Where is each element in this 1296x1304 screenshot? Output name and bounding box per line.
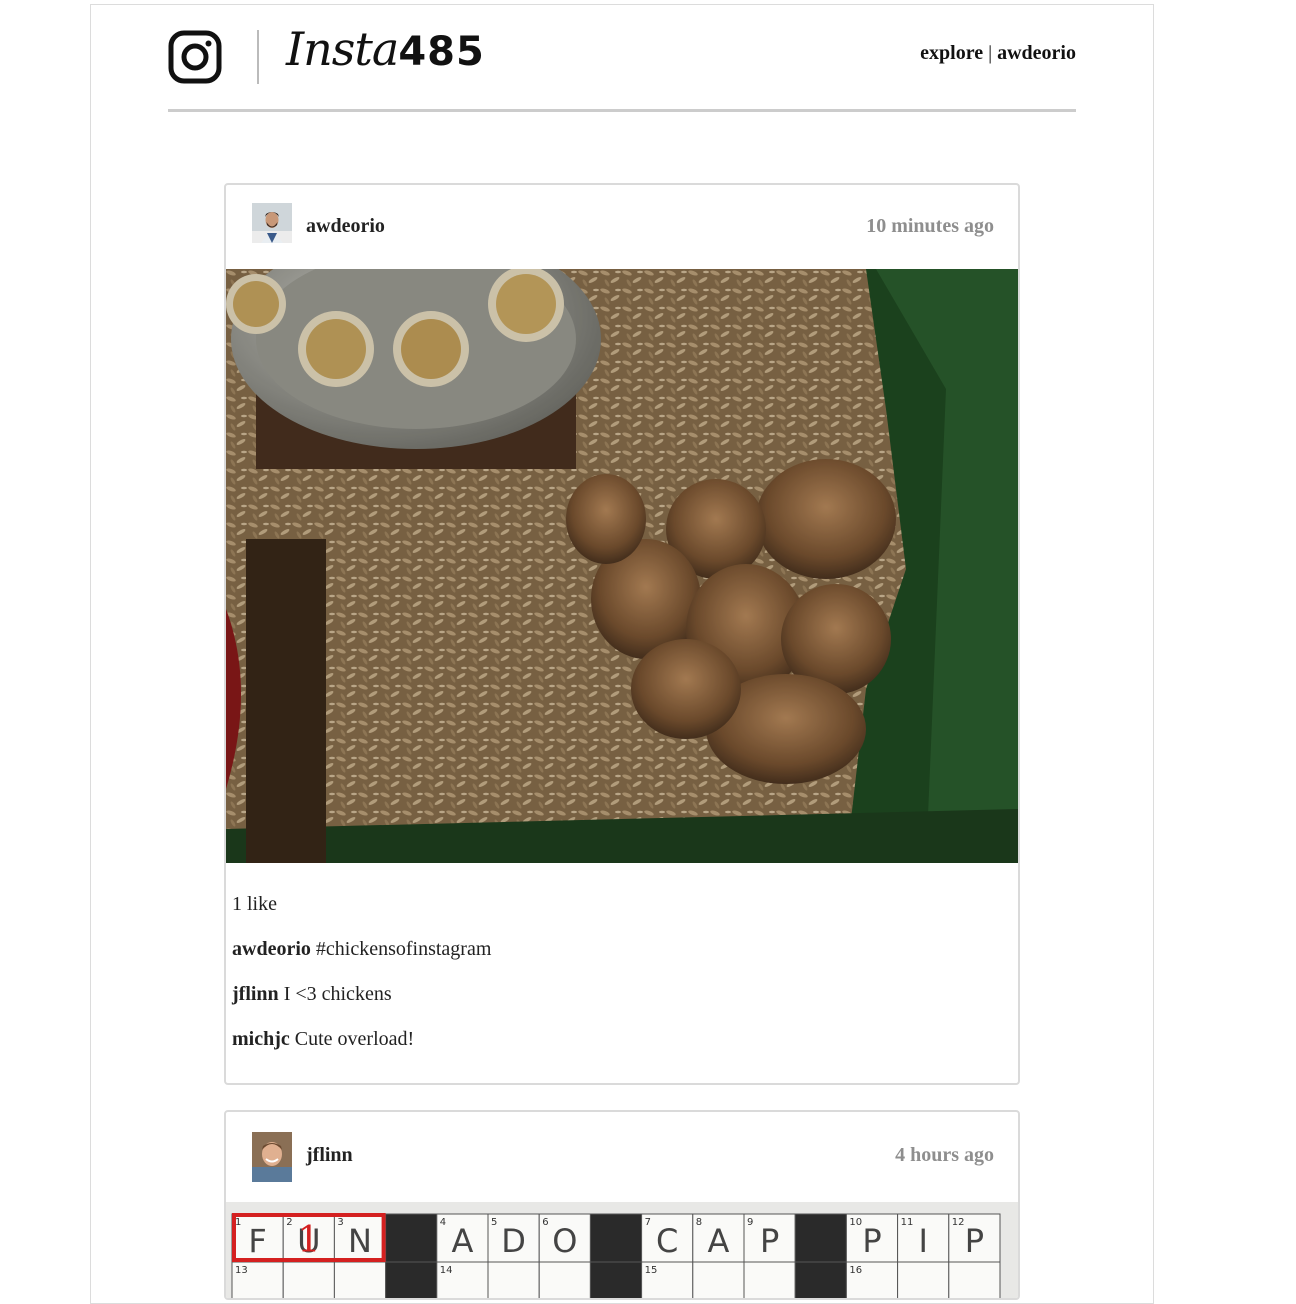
post-header: awdeorio 10 minutes ago	[226, 185, 1018, 269]
crossword-clue-number: 4	[440, 1217, 446, 1228]
comment-owner-link[interactable]: jflinn	[232, 983, 279, 1005]
crossword-letter: C	[656, 1222, 678, 1260]
user-profile-link[interactable]: awdeorio	[997, 42, 1076, 64]
crossword-letter: O	[552, 1222, 577, 1260]
post-footer: 1 like awdeorio #chickensofinstagram jfl…	[226, 863, 1018, 1083]
header-divider	[168, 109, 1076, 112]
crossword-letter: D	[501, 1222, 526, 1260]
comment: jflinn I <3 chickens	[232, 983, 1012, 1005]
brand-logo-link[interactable]: Insta485	[286, 22, 485, 76]
crossword-block	[589, 1213, 643, 1263]
post-owner-link[interactable]: jflinn	[306, 1144, 353, 1167]
crossword-clue-number: 3	[337, 1217, 343, 1228]
crossword-letter: P	[862, 1222, 881, 1260]
crossword-cell	[743, 1261, 796, 1298]
crossword-clue-number: 13	[235, 1265, 248, 1276]
comment: michjc Cute overload!	[232, 1028, 1012, 1050]
crossword-clue-number: 14	[440, 1265, 453, 1276]
post-timestamp-link[interactable]: 10 minutes ago	[866, 215, 994, 238]
crossword-clue-number: 7	[645, 1217, 651, 1228]
avatar[interactable]	[252, 203, 292, 243]
crossword-cell	[948, 1261, 1001, 1298]
crossword-cell	[282, 1261, 335, 1298]
post-header: jflinn 4 hours ago	[226, 1112, 1018, 1202]
crossword-letter: A	[451, 1222, 473, 1260]
brand-number: 485	[398, 29, 485, 75]
nav-separator: |	[988, 42, 993, 64]
crossword-block	[794, 1261, 847, 1298]
crossword-letter: N	[348, 1222, 372, 1260]
crossword-cell	[487, 1261, 540, 1298]
comment: awdeorio #chickensofinstagram	[232, 938, 1012, 960]
crossword-cell	[538, 1261, 591, 1298]
post-owner-link[interactable]: awdeorio	[306, 215, 385, 238]
brand-script: Insta	[286, 22, 399, 76]
comment-owner-link[interactable]: awdeorio	[232, 938, 311, 960]
post-timestamp-link[interactable]: 4 hours ago	[895, 1144, 994, 1167]
crossword-letter: P	[760, 1222, 779, 1260]
crossword-letter: A	[707, 1222, 729, 1260]
crossword-block	[794, 1213, 847, 1263]
crossword-letter: P	[965, 1222, 984, 1260]
crossword-clue-number: 9	[747, 1217, 753, 1228]
crossword-letter: F	[248, 1222, 266, 1260]
crossword-cell	[333, 1261, 387, 1298]
crossword-block	[589, 1261, 643, 1298]
comment-text: #chickensofinstagram	[315, 938, 492, 960]
post-image[interactable]: 1 F 2 U 3 N 4 A 5 D 6 O 7 C 8 A 9 P 10 P 11 I 12 P13 14 15 161	[226, 1202, 1018, 1300]
crossword-block	[385, 1213, 438, 1263]
comment-text: I <3 chickens	[283, 983, 392, 1005]
comment-owner-link[interactable]: michjc	[232, 1028, 290, 1050]
crossword-clue-number: 16	[849, 1265, 862, 1276]
crossword-clue-number: 10	[849, 1217, 862, 1228]
top-nav: explore | awdeorio	[920, 42, 1076, 65]
crossword-clue-number: 6	[542, 1217, 548, 1228]
site-header: Insta485 explore | awdeorio	[168, 20, 1076, 112]
post-card: awdeorio 10 minutes ago 1 like awdeorio …	[224, 183, 1020, 1085]
likes-count: 1 like	[232, 893, 277, 915]
post-image[interactable]	[226, 269, 1018, 863]
crossword-clue-number: 2	[286, 1217, 292, 1228]
avatar[interactable]	[252, 1132, 292, 1182]
crossword-cell	[897, 1261, 950, 1298]
crossword-block	[385, 1261, 438, 1298]
crossword-clue-number: 5	[491, 1217, 497, 1228]
logo-divider	[257, 30, 259, 84]
crossword-clue-number: 8	[696, 1217, 702, 1228]
crossword-clue-number: 12	[952, 1217, 965, 1228]
comment-text: Cute overload!	[294, 1028, 415, 1050]
crossword-cell	[692, 1261, 745, 1298]
crossword-clue-number: 11	[901, 1217, 914, 1228]
crossword-letter: I	[918, 1222, 927, 1260]
crossword-highlight-label: 1	[297, 1220, 320, 1261]
instagram-logo-icon[interactable]	[168, 30, 222, 84]
crossword-clue-number: 15	[645, 1265, 658, 1276]
explore-link[interactable]: explore	[920, 42, 983, 64]
post-card: jflinn 4 hours ago 1 F 2 U 3 N 4 A 5 D 6 O 7 C 8 A 9 P 10 P…	[224, 1110, 1020, 1300]
